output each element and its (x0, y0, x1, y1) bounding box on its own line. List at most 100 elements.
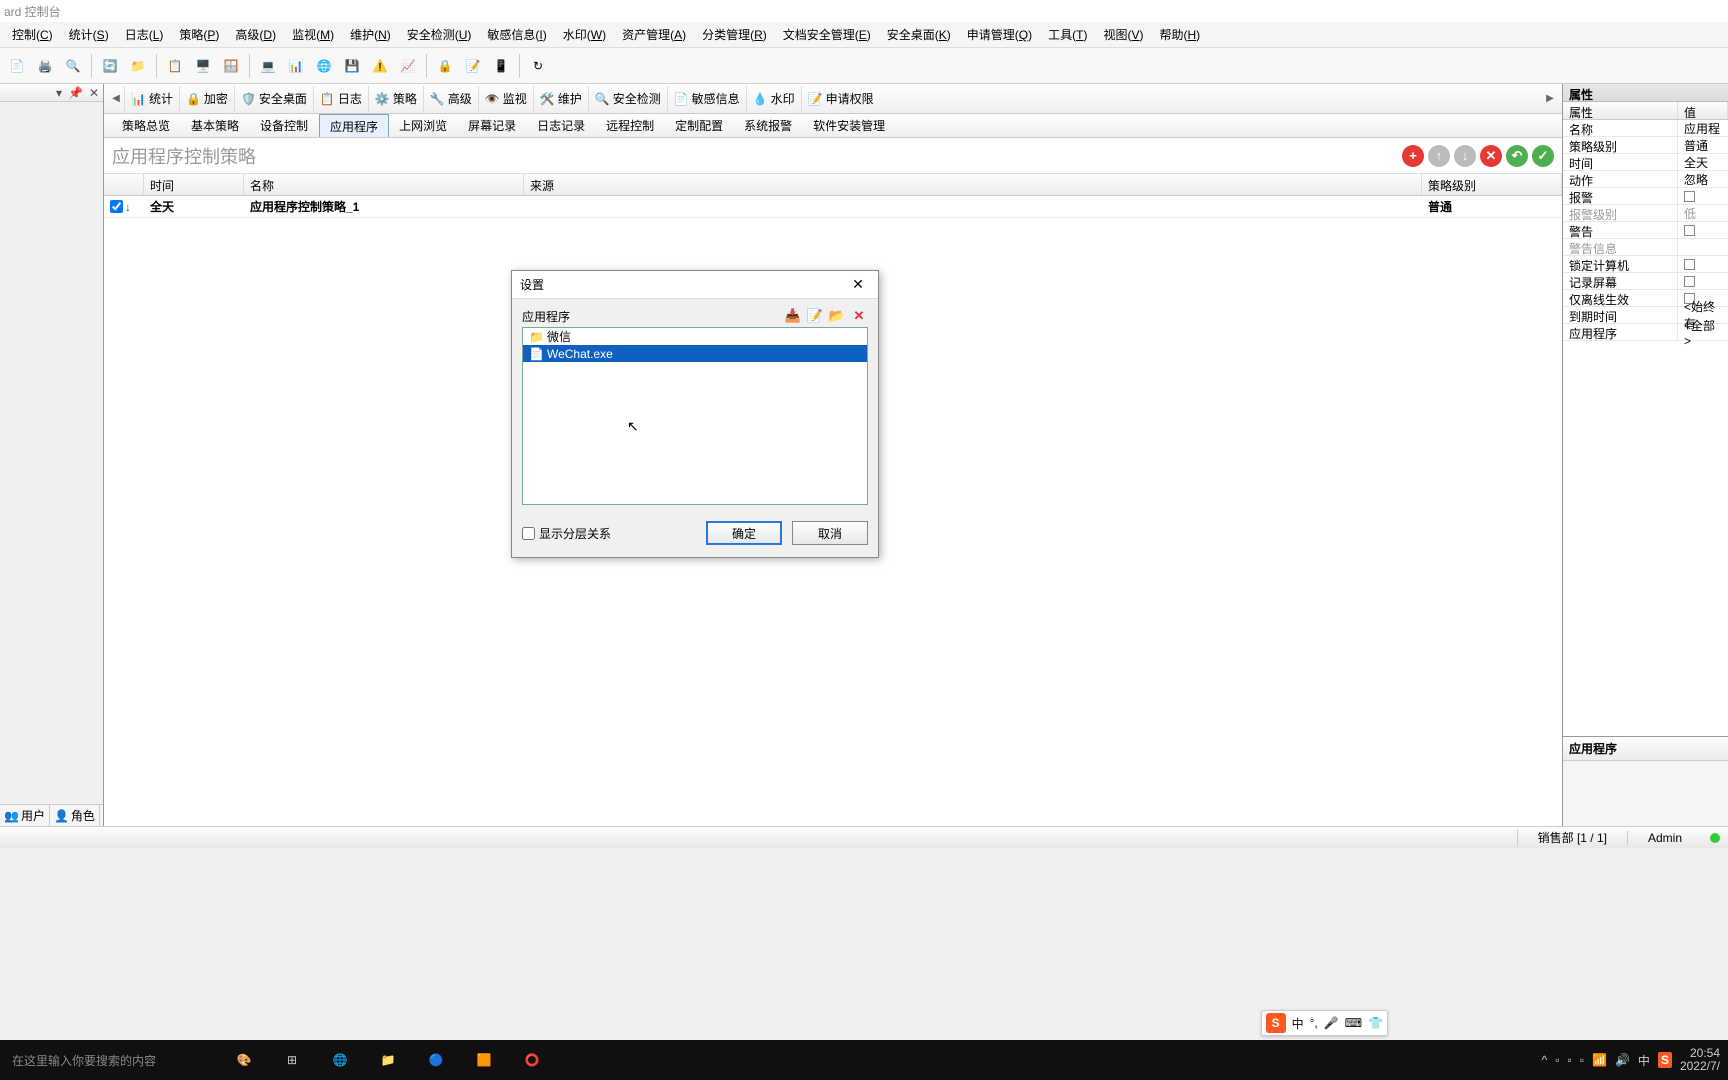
tb-disk-icon[interactable]: 💾 (339, 53, 365, 79)
tab-roles[interactable]: 👤 角色 (50, 805, 100, 826)
policy-tab-10[interactable]: 软件安装管理 (803, 114, 896, 137)
prop-checkbox[interactable] (1684, 259, 1695, 270)
tb-reload-icon[interactable]: ↻ (525, 53, 551, 79)
tb-edit-icon[interactable]: 📝 (460, 53, 486, 79)
prop-row[interactable]: 报警级别低 (1563, 205, 1728, 222)
ime-toolbar[interactable]: S 中 °, 🎤 ⌨ 👕 (1261, 1010, 1388, 1036)
nav-left-icon[interactable]: ◀ (108, 87, 124, 111)
prop-col-key[interactable]: 属性 (1563, 102, 1678, 119)
col-checkbox[interactable] (104, 174, 144, 195)
menu-a[interactable]: 资产管理(A) (614, 23, 694, 46)
menu-c[interactable]: 控制(C) (4, 23, 61, 46)
tray-clock[interactable]: 20:54 2022/7/ (1680, 1047, 1720, 1073)
show-hierarchy-input[interactable] (522, 527, 535, 540)
tray-ime-icon[interactable]: 中 (1638, 1052, 1650, 1069)
tray-wifi-icon[interactable]: 📶 (1592, 1053, 1607, 1067)
tb-export-icon[interactable]: 📄 (4, 53, 30, 79)
ime-person-icon[interactable]: 👕 (1368, 1016, 1383, 1030)
tb-folder-icon[interactable]: 📁 (125, 53, 151, 79)
tb-warning-icon[interactable]: ⚠️ (367, 53, 393, 79)
powerpoint-icon[interactable]: 🟧 (460, 1040, 508, 1080)
tab-users[interactable]: 👥 用户 (0, 805, 50, 826)
taskview-icon[interactable]: ⊞ (268, 1040, 316, 1080)
tb-windows-icon[interactable]: 🪟 (218, 53, 244, 79)
edge-icon[interactable]: 🌐 (316, 1040, 364, 1080)
tray-app1-icon[interactable]: ▫ (1555, 1053, 1559, 1067)
tray-volume-icon[interactable]: 🔊 (1615, 1053, 1630, 1067)
col-name[interactable]: 名称 (244, 174, 524, 195)
prop-checkbox[interactable] (1684, 191, 1695, 202)
row-checkbox[interactable] (110, 200, 123, 213)
subtb-2[interactable]: 🛡️安全桌面 (234, 86, 313, 112)
prop-row[interactable]: 报警 (1563, 188, 1728, 205)
menu-i[interactable]: 敏感信息(I) (479, 23, 554, 46)
subtb-3[interactable]: 📋日志 (313, 86, 368, 112)
menu-e[interactable]: 文档安全管理(E) (775, 23, 879, 46)
ime-lang[interactable]: 中 (1292, 1015, 1304, 1032)
remove-icon[interactable]: ✕ (850, 307, 868, 325)
tb-print-icon[interactable]: 🖨️ (32, 53, 58, 79)
cortana-icon[interactable]: 🎨 (220, 1040, 268, 1080)
prop-row[interactable]: 动作忽略 (1563, 171, 1728, 188)
ok-button[interactable]: 确定 (706, 521, 782, 545)
menu-q[interactable]: 申请管理(Q) (959, 23, 1040, 46)
subtb-10[interactable]: 💧水印 (746, 86, 801, 112)
dialog-close-button[interactable]: ✕ (838, 272, 878, 298)
menu-p[interactable]: 策略(P) (171, 23, 227, 46)
subtb-9[interactable]: 📄敏感信息 (667, 86, 746, 112)
policy-tab-8[interactable]: 定制配置 (665, 114, 734, 137)
tb-phone-icon[interactable]: 📱 (488, 53, 514, 79)
prop-row[interactable]: 时间全天 (1563, 154, 1728, 171)
tb-globe-icon[interactable]: 🌐 (311, 53, 337, 79)
import-icon[interactable]: 📥 (784, 307, 802, 325)
prop-row[interactable]: 名称应用程 (1563, 120, 1728, 137)
prop-row[interactable]: 锁定计算机 (1563, 256, 1728, 273)
subtb-4[interactable]: ⚙️策略 (368, 86, 423, 112)
tb-screen-icon[interactable]: 🖥️ (190, 53, 216, 79)
ime-keyboard-icon[interactable]: ⌨ (1345, 1016, 1362, 1030)
prop-row[interactable]: 警告信息 (1563, 239, 1728, 256)
policy-row[interactable]: ↓全天应用程序控制策略_1普通 (104, 196, 1562, 218)
application-list[interactable]: 📁微信📄WeChat.exe (522, 327, 868, 505)
prop-checkbox[interactable] (1684, 276, 1695, 287)
ime-mic-icon[interactable]: 🎤 (1324, 1016, 1339, 1030)
policy-tab-2[interactable]: 设备控制 (250, 114, 319, 137)
down-button[interactable]: ↓ (1454, 145, 1476, 167)
panel-pin-icon[interactable]: 📌 (66, 86, 85, 100)
tb-preview-icon[interactable]: 🔍 (60, 53, 86, 79)
prop-row[interactable]: 策略级别普通 (1563, 137, 1728, 154)
col-time[interactable]: 时间 (144, 174, 244, 195)
tray-up-icon[interactable]: ^ (1542, 1053, 1548, 1067)
menu-m[interactable]: 监视(M) (284, 23, 342, 46)
menu-u[interactable]: 安全检测(U) (399, 23, 480, 46)
prop-row[interactable]: 应用程序<全部> (1563, 324, 1728, 341)
policy-tab-4[interactable]: 上网浏览 (389, 114, 458, 137)
sogou-icon[interactable]: S (1266, 1013, 1286, 1033)
explorer-icon[interactable]: 📁 (364, 1040, 412, 1080)
chrome-icon[interactable]: 🔵 (412, 1040, 460, 1080)
policy-tab-0[interactable]: 策略总览 (112, 114, 181, 137)
subtb-0[interactable]: 📊统计 (124, 86, 179, 112)
show-hierarchy-checkbox[interactable]: 显示分层关系 (522, 525, 611, 542)
tb-copy-icon[interactable]: 📋 (162, 53, 188, 79)
menu-w[interactable]: 水印(W) (555, 23, 614, 46)
cancel-button[interactable]: 取消 (792, 521, 868, 545)
delete-button[interactable]: ✕ (1480, 145, 1502, 167)
tb-monitor-icon[interactable]: 💻 (255, 53, 281, 79)
policy-tab-5[interactable]: 屏幕记录 (458, 114, 527, 137)
subtb-11[interactable]: 📝申请权限 (801, 86, 880, 112)
subtb-6[interactable]: 👁️监视 (478, 86, 533, 112)
subtb-5[interactable]: 🔧高级 (423, 86, 478, 112)
policy-tab-1[interactable]: 基本策略 (181, 114, 250, 137)
subtb-8[interactable]: 🔍安全检测 (588, 86, 667, 112)
prop-col-val[interactable]: 值 (1678, 102, 1728, 119)
add-button[interactable]: + (1402, 145, 1424, 167)
menu-k[interactable]: 安全桌面(K) (879, 23, 959, 46)
subtb-7[interactable]: 🛠️维护 (533, 86, 588, 112)
menu-v[interactable]: 视图(V) (1095, 23, 1151, 46)
panel-close-icon[interactable]: ✕ (87, 86, 101, 100)
tb-chart-icon[interactable]: 📈 (395, 53, 421, 79)
prop-checkbox[interactable] (1684, 225, 1695, 236)
tray-app3-icon[interactable]: ▫ (1580, 1053, 1584, 1067)
up-button[interactable]: ↑ (1428, 145, 1450, 167)
